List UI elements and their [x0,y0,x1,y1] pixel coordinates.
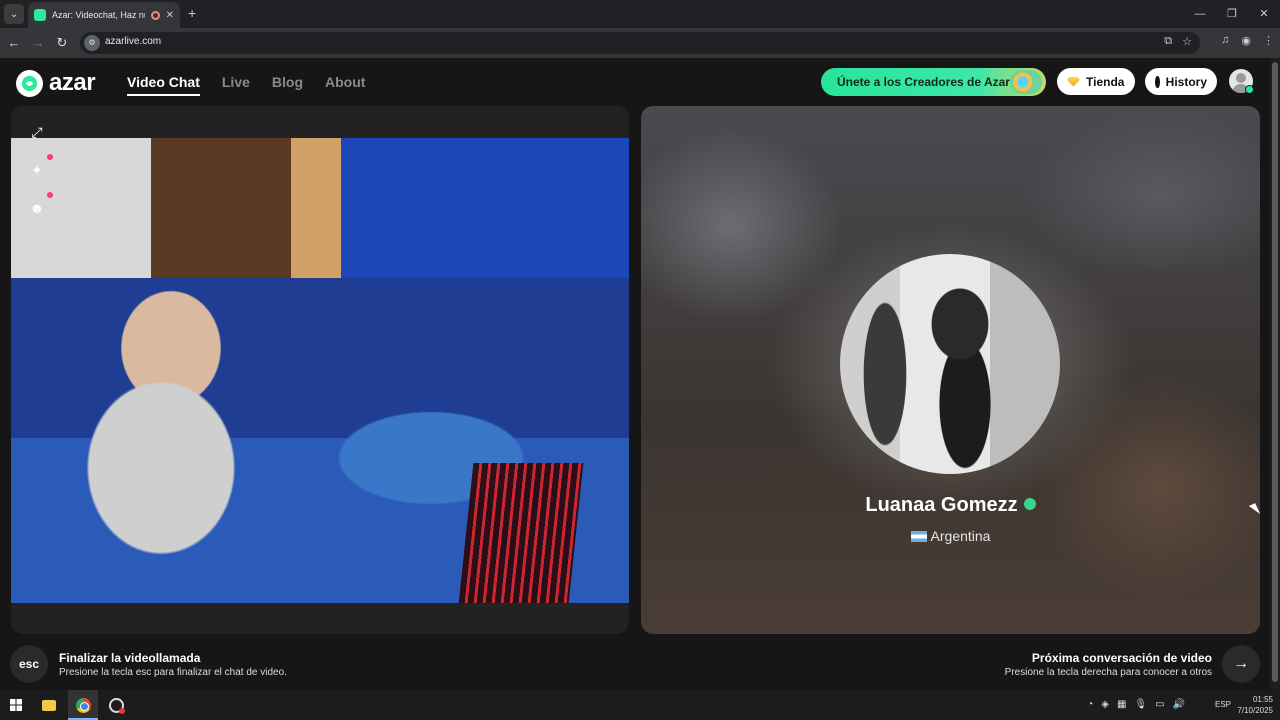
end-call-hint: Presione la tecla esc para finalizar el … [59,667,287,678]
browser-tab[interactable]: Azar: Videochat, Haz nuev ✕ [28,2,180,28]
clock-icon [1155,75,1162,88]
keyboard-layout-icon[interactable]: ▦ [1117,699,1126,710]
nav-about[interactable]: About [325,74,365,96]
history-label: History [1165,74,1207,89]
nav-blog[interactable]: Blog [272,74,303,96]
bookmark-star-icon[interactable]: ☆ [1182,35,1192,48]
menu-icon[interactable]: ⋮ [1263,34,1274,47]
site-info-icon[interactable]: ⚙ [84,35,100,51]
nav-live[interactable]: Live [222,74,250,96]
join-creators-label: Únete a los Creadores de Azar [837,75,1010,89]
expand-icon[interactable]: ⤢ [27,122,47,142]
my-video-panel: ⤢ ✦ ☻ [11,106,629,634]
azar-logo-icon [16,69,43,97]
next-chat-arrow-button[interactable]: → [1222,645,1260,683]
azar-page: azar Video Chat Live Blog About Únete a … [0,58,1270,690]
network-icon[interactable]: ▭ [1155,699,1164,710]
chrome-icon[interactable] [73,695,93,715]
partner-country-row: Argentina [641,528,1260,544]
gem-icon [1067,76,1080,87]
browser-tab-bar: ⌄ Azar: Videochat, Haz nuev ✕ + — ❐ ✕ [0,0,1280,28]
creators-illustration-icon [1010,70,1042,94]
profile-icon[interactable]: ◉ [1241,34,1251,47]
recording-indicator-icon [150,10,160,20]
my-camera-feed [11,138,629,603]
keyboard-image [458,463,584,603]
new-tab-button[interactable]: + [188,5,196,21]
url-text: azarlive.com [105,36,162,47]
media-icon[interactable]: ♫ [1221,34,1229,47]
clock-time: 01:55 [1252,695,1273,704]
sparkle-effects-icon[interactable]: ✦ [27,154,53,180]
shop-button[interactable]: Tienda [1057,68,1135,95]
tray-app-icon[interactable]: ◔ [1087,699,1093,710]
language-indicator[interactable]: ESP [1215,700,1231,709]
partner-video-panel: Luanaa Gomezz Argentina [641,106,1260,634]
history-button[interactable]: History [1145,68,1217,95]
nvidia-icon[interactable]: ◈ [1101,699,1109,710]
partner-name: Luanaa Gomezz [865,494,1018,516]
shop-label: Tienda [1086,74,1125,89]
address-bar[interactable]: ⚙ azarlive.com ⧉ ☆ [80,32,1200,54]
system-clock[interactable]: 01:55 7/10/2025 [1237,694,1273,716]
video-tools: ⤢ ✦ ☻ [27,122,53,218]
clock-date: 7/10/2025 [1237,706,1273,715]
nav-video-chat[interactable]: Video Chat [127,74,200,96]
back-arrow-icon[interactable]: ← [4,33,24,53]
partner-profile-photo [840,254,1060,474]
azar-favicon-icon [34,9,46,21]
minimize-icon[interactable]: — [1184,0,1216,28]
obs-icon[interactable] [106,695,126,715]
reload-icon[interactable]: ↻ [52,33,72,53]
scrollbar-thumb[interactable] [1272,62,1278,682]
azar-logo[interactable]: azar [16,69,96,97]
system-tray: ◔ ◈ ▦ 🎙 ▭ 🔊 [1087,699,1185,710]
end-call-title: Finalizar la videollamada [59,651,201,665]
windows-start-icon[interactable] [6,695,26,715]
notification-dot [47,192,53,198]
window-controls: — ❐ ✕ [1184,0,1280,28]
partner-country: Argentina [930,528,991,544]
file-explorer-icon[interactable] [39,695,59,715]
close-window-icon[interactable]: ✕ [1248,0,1280,28]
forward-arrow-icon[interactable]: → [28,33,48,53]
verified-badge-icon [1023,497,1036,510]
tab-search-button[interactable]: ⌄ [4,4,24,24]
restore-icon[interactable]: ❐ [1216,0,1248,28]
windows-taskbar: ◔ ◈ ▦ 🎙 ▭ 🔊 ESP 01:55 7/10/2025 [0,690,1280,720]
next-chat-title: Próxima conversación de video [1031,651,1212,665]
volume-icon[interactable]: 🔊 [1173,699,1185,710]
main-nav: Video Chat Live Blog About [127,74,365,96]
sticker-icon[interactable]: ☻ [27,192,53,218]
tab-title: Azar: Videochat, Haz nuev [52,10,145,20]
end-call-esc-button[interactable]: esc [10,645,48,683]
logo-text: azar [49,69,96,96]
join-creators-button[interactable]: Únete a los Creadores de Azar [821,68,1046,96]
online-status-dot [1245,85,1254,94]
close-tab-icon[interactable]: ✕ [166,10,174,21]
browser-toolbar: ← → ↻ ⚙ azarlive.com ⧉ ☆ ♫ ◉ ⋮ [0,28,1280,58]
microphone-icon[interactable]: 🎙 [1134,699,1147,710]
page-scrollbar[interactable] [1270,58,1280,690]
cast-icon[interactable]: ⧉ [1164,35,1172,48]
partner-name-row: Luanaa Gomezz [641,494,1260,517]
notification-dot [47,154,53,160]
next-chat-hint: Presione la tecla derecha para conocer a… [1004,667,1212,678]
argentina-flag-icon [910,530,927,542]
